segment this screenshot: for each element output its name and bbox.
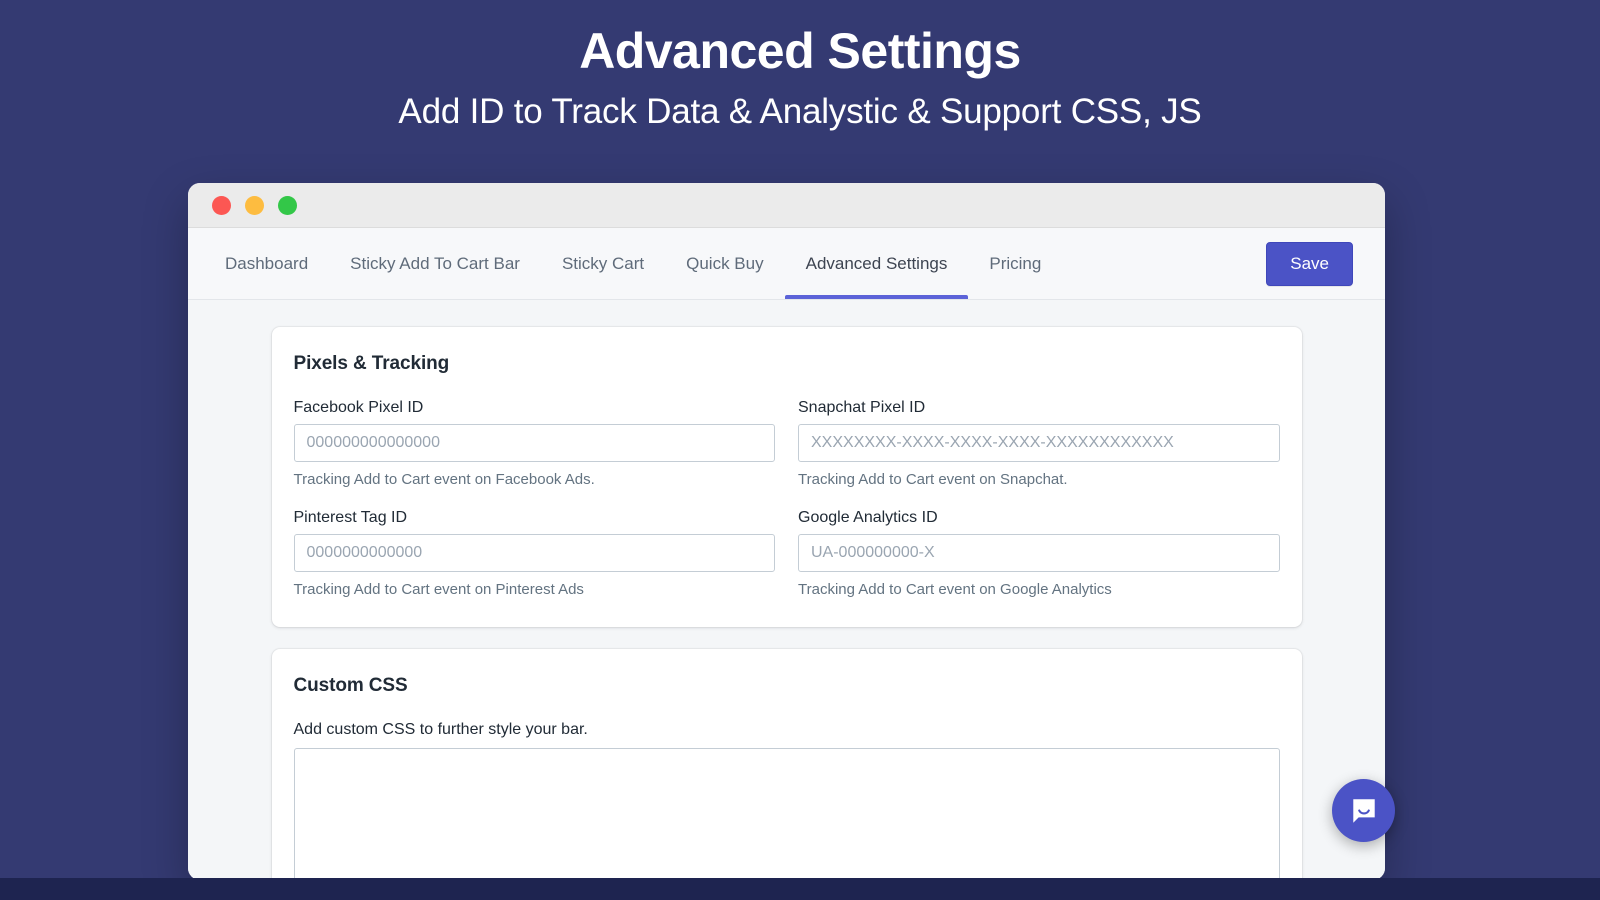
page-title: Advanced Settings [579, 23, 1021, 79]
snapchat-pixel-field: Snapchat Pixel ID Tracking Add to Cart e… [798, 399, 1280, 490]
google-analytics-input[interactable] [798, 533, 1280, 572]
save-button[interactable]: Save [1266, 241, 1353, 286]
tab-label: Sticky Add To Cart Bar [350, 253, 520, 273]
tab-pricing[interactable]: Pricing [968, 228, 1062, 299]
tab-label: Pricing [989, 253, 1042, 273]
pinterest-tag-input[interactable] [293, 533, 775, 572]
chat-bubble-icon [1352, 798, 1375, 823]
facebook-pixel-input[interactable] [293, 424, 775, 462]
window-minimize-button[interactable] [245, 195, 264, 215]
facebook-pixel-label: Facebook Pixel ID [293, 399, 424, 416]
facebook-pixel-field: Facebook Pixel ID Tracking Add to Cart e… [293, 399, 775, 490]
tab-label: Quick Buy [686, 253, 764, 273]
tab-sticky-add-to-cart-bar[interactable]: Sticky Add To Cart Bar [329, 228, 541, 299]
navbar-actions: Save [1266, 228, 1369, 299]
custom-css-title: Custom CSS [293, 675, 408, 696]
custom-css-card: Custom CSS Add custom CSS to further sty… [271, 649, 1302, 880]
bottom-strip [0, 878, 1600, 900]
page-subtitle: Add ID to Track Data & Analystic & Suppo… [398, 92, 1202, 131]
snapchat-pixel-input[interactable] [798, 424, 1280, 462]
pinterest-tag-help: Tracking Add to Cart event on Pinterest … [293, 580, 584, 598]
tab-label: Dashboard [225, 253, 309, 273]
app-navbar: Dashboard Sticky Add To Cart Bar Sticky … [188, 228, 1385, 300]
hero-banner: Advanced Settings Add ID to Track Data &… [0, 0, 1600, 135]
google-analytics-field: Google Analytics ID Tracking Add to Cart… [798, 509, 1280, 600]
tab-quick-buy[interactable]: Quick Buy [665, 228, 784, 299]
tab-advanced-settings[interactable]: Advanced Settings [784, 228, 969, 299]
nav-tab-list: Dashboard Sticky Add To Cart Bar Sticky … [188, 228, 1266, 299]
chat-launcher-button[interactable] [1332, 779, 1395, 842]
custom-css-textarea[interactable] [293, 748, 1280, 880]
tab-sticky-cart[interactable]: Sticky Cart [541, 228, 665, 299]
app-content-area: Pixels & Tracking Facebook Pixel ID Trac… [188, 300, 1385, 880]
pixels-tracking-title: Pixels & Tracking [293, 353, 450, 374]
tab-label: Advanced Settings [805, 253, 948, 273]
pinterest-tag-label: Pinterest Tag ID [293, 508, 408, 526]
custom-css-description: Add custom CSS to further style your bar… [293, 721, 588, 738]
tab-dashboard[interactable]: Dashboard [204, 228, 329, 299]
facebook-pixel-help: Tracking Add to Cart event on Facebook A… [293, 471, 595, 488]
window-titlebar [188, 183, 1385, 228]
window-close-button[interactable] [212, 195, 231, 215]
snapchat-pixel-help: Tracking Add to Cart event on Snapchat. [798, 471, 1068, 488]
google-analytics-label: Google Analytics ID [798, 508, 938, 526]
google-analytics-help: Tracking Add to Cart event on Google Ana… [798, 580, 1112, 598]
browser-window: Dashboard Sticky Add To Cart Bar Sticky … [188, 183, 1385, 880]
snapchat-pixel-label: Snapchat Pixel ID [798, 399, 926, 416]
window-maximize-button[interactable] [278, 195, 297, 215]
pixels-field-grid: Facebook Pixel ID Tracking Add to Cart e… [293, 399, 1280, 600]
tab-label: Sticky Cart [561, 253, 645, 273]
pinterest-tag-field: Pinterest Tag ID Tracking Add to Cart ev… [293, 508, 775, 600]
pixels-tracking-card: Pixels & Tracking Facebook Pixel ID Trac… [271, 327, 1302, 627]
